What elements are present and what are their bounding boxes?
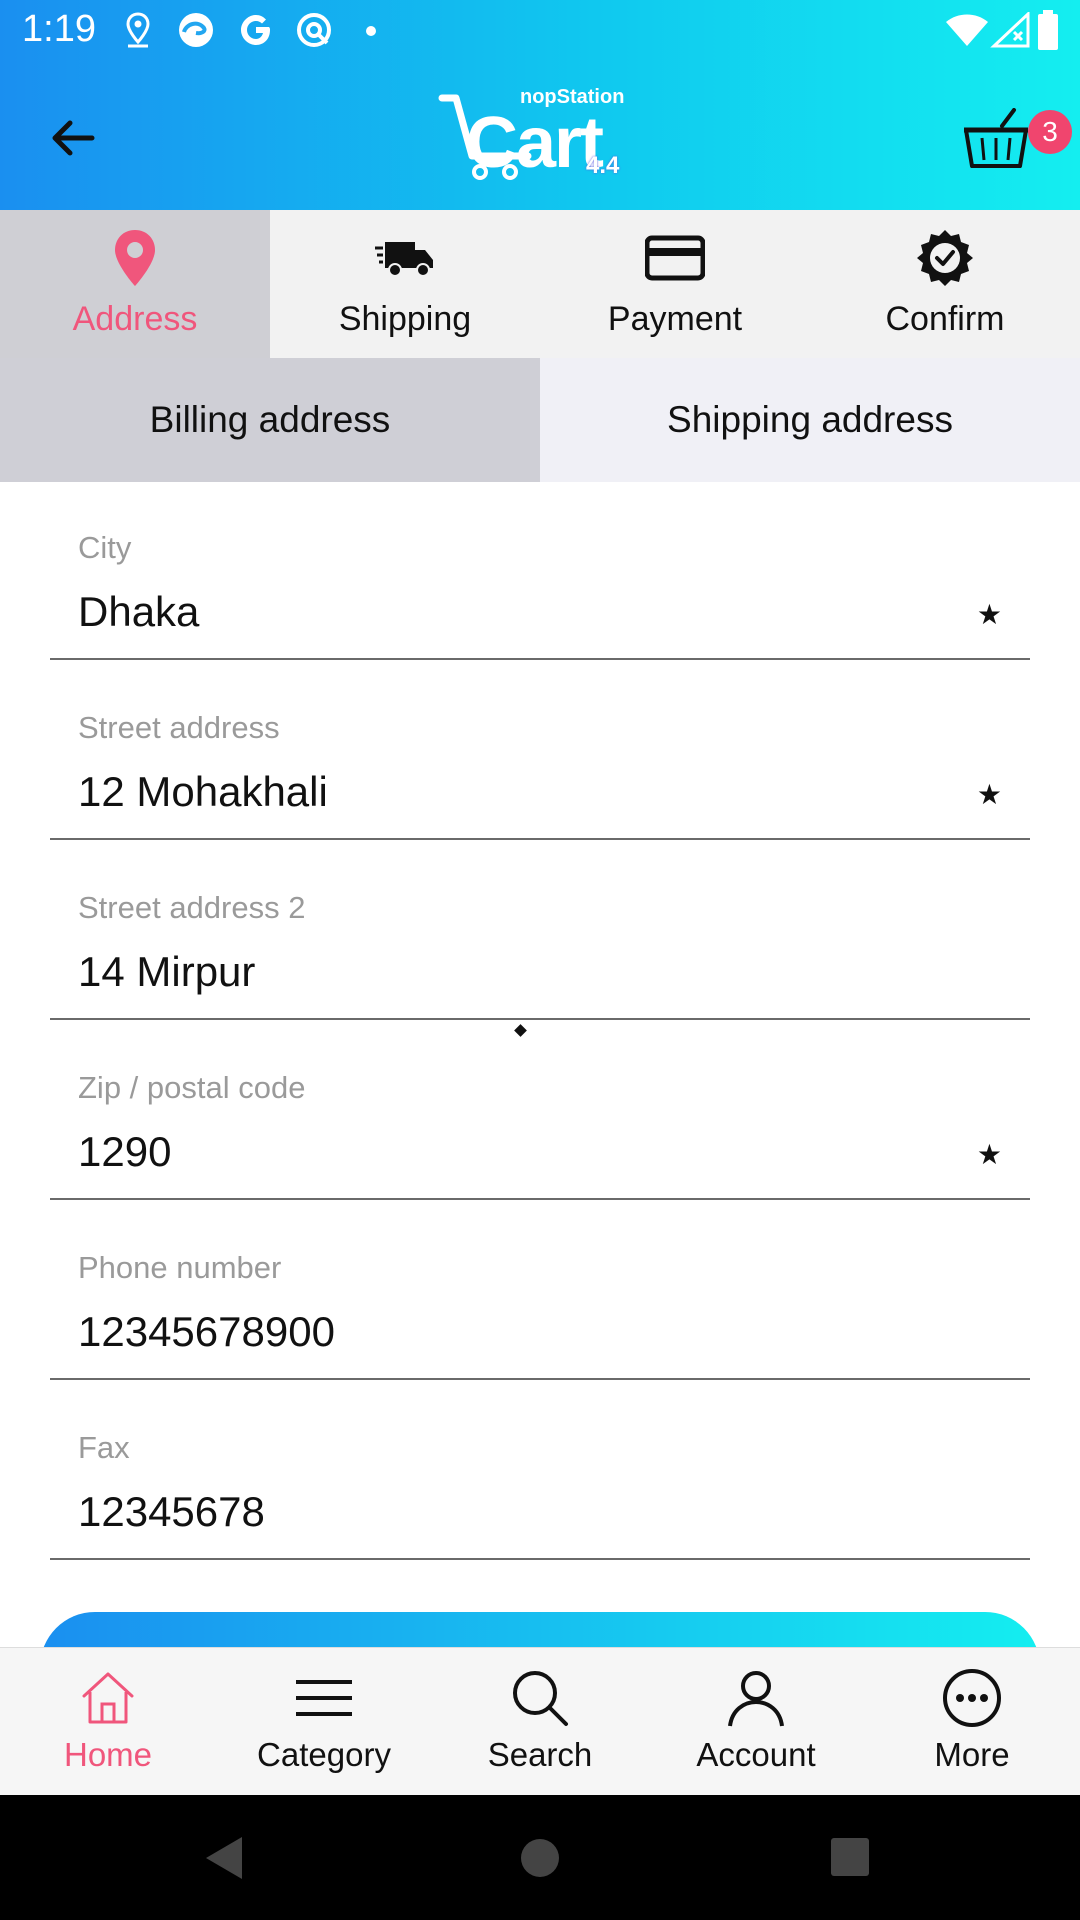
check-badge-icon <box>917 230 973 286</box>
fax-input[interactable]: 12345678 <box>78 1488 265 1536</box>
system-navigation-bar <box>0 1795 1080 1920</box>
battery-icon <box>1038 10 1058 50</box>
step-confirm[interactable]: Confirm <box>810 210 1080 358</box>
zip-code-label: Zip / postal code <box>78 1070 306 1105</box>
truck-icon <box>375 242 433 277</box>
step-address[interactable]: Address <box>0 210 270 358</box>
credit-card-icon <box>645 235 705 281</box>
field-underline <box>50 658 1030 660</box>
nav-label: Search <box>487 1736 593 1773</box>
menu-lines-icon <box>296 1680 352 1716</box>
assistant-icon <box>297 13 331 47</box>
street-address-2-input[interactable]: 14 Mirpur <box>78 948 255 996</box>
street-address-2-label: Street address 2 <box>78 890 306 925</box>
home-icon <box>82 1672 134 1724</box>
field-underline <box>50 1198 1030 1200</box>
step-label: Confirm <box>885 300 1005 338</box>
city-label: City <box>78 530 132 565</box>
person-icon <box>728 1671 784 1727</box>
logo-version: 4.4 <box>586 152 620 179</box>
nav-account[interactable]: Account <box>648 1648 864 1796</box>
search-icon <box>513 1671 568 1726</box>
nav-label: Account <box>696 1736 816 1773</box>
street-address-input[interactable]: 12 Mohakhali <box>78 768 328 816</box>
phone-number-label: Phone number <box>78 1250 282 1285</box>
signal-icon <box>990 12 1030 48</box>
nav-more[interactable]: More <box>864 1648 1080 1796</box>
app-logo: nopStation Cart 4.4 <box>436 84 646 194</box>
tab-shipping-address[interactable]: Shipping address <box>540 358 1080 482</box>
step-label: Payment <box>607 300 743 338</box>
field-underline <box>50 1018 1030 1020</box>
nav-home[interactable]: Home <box>0 1648 216 1796</box>
required-star-icon: ★ <box>976 1139 1002 1170</box>
system-recents-icon[interactable] <box>830 1837 870 1877</box>
step-payment[interactable]: Payment <box>540 210 810 358</box>
back-arrow-icon[interactable] <box>44 108 104 168</box>
required-star-icon: ★ <box>976 779 1002 810</box>
nav-label: More <box>934 1736 1010 1773</box>
notification-dot <box>366 26 376 36</box>
tab-billing-address[interactable]: Billing address <box>0 358 540 482</box>
location-icon <box>126 12 150 48</box>
nav-search[interactable]: Search <box>432 1648 648 1796</box>
field-underline <box>50 1558 1030 1560</box>
nav-label: Home <box>63 1736 153 1773</box>
step-label: Address <box>72 300 198 338</box>
bottom-navigation: Home Category Search Account More <box>0 1647 1080 1796</box>
city-input[interactable]: Dhaka <box>78 588 199 636</box>
edge-icon <box>179 13 213 47</box>
cart-count-badge: 3 <box>1028 110 1072 154</box>
fax-field[interactable]: Fax 12345678 <box>50 1430 1030 1580</box>
address-tabs: Billing address Shipping address <box>0 358 1080 482</box>
phone-number-input[interactable]: 12345678900 <box>78 1308 335 1356</box>
fax-label: Fax <box>78 1430 130 1465</box>
logo-brand-big: Cart <box>466 103 604 183</box>
street-address-field[interactable]: Street address 12 Mohakhali ★ <box>50 710 1030 860</box>
street-address-2-field[interactable]: Street address 2 14 Mirpur <box>50 890 1030 1040</box>
city-field[interactable]: City Dhaka ★ <box>50 530 1030 680</box>
zip-code-field[interactable]: Zip / postal code 1290 ★ <box>50 1070 1030 1220</box>
field-underline <box>50 1378 1030 1380</box>
location-pin-icon <box>115 230 155 286</box>
more-dots-icon <box>943 1669 1001 1727</box>
zip-code-input[interactable]: 1290 <box>78 1128 171 1176</box>
required-star-icon: ★ <box>976 599 1002 630</box>
step-shipping[interactable]: Shipping <box>270 210 540 358</box>
checkout-steps: Address Shipping Payment Confirm <box>0 210 1080 358</box>
nav-category[interactable]: Category <box>216 1648 432 1796</box>
wifi-icon <box>946 14 988 46</box>
nav-label: Category <box>257 1736 391 1773</box>
system-home-icon[interactable] <box>519 1837 561 1879</box>
google-icon <box>241 15 270 45</box>
basket-icon[interactable] <box>962 108 1032 174</box>
phone-number-field[interactable]: Phone number 12345678900 <box>50 1250 1030 1400</box>
system-back-icon[interactable] <box>204 1835 244 1881</box>
app-header: 1:19 nopStation Cart 4.4 3 <box>0 0 1080 210</box>
status-time: 1:19 <box>22 8 96 50</box>
field-underline <box>50 838 1030 840</box>
street-address-label: Street address <box>78 710 280 745</box>
step-label: Shipping <box>338 300 472 338</box>
